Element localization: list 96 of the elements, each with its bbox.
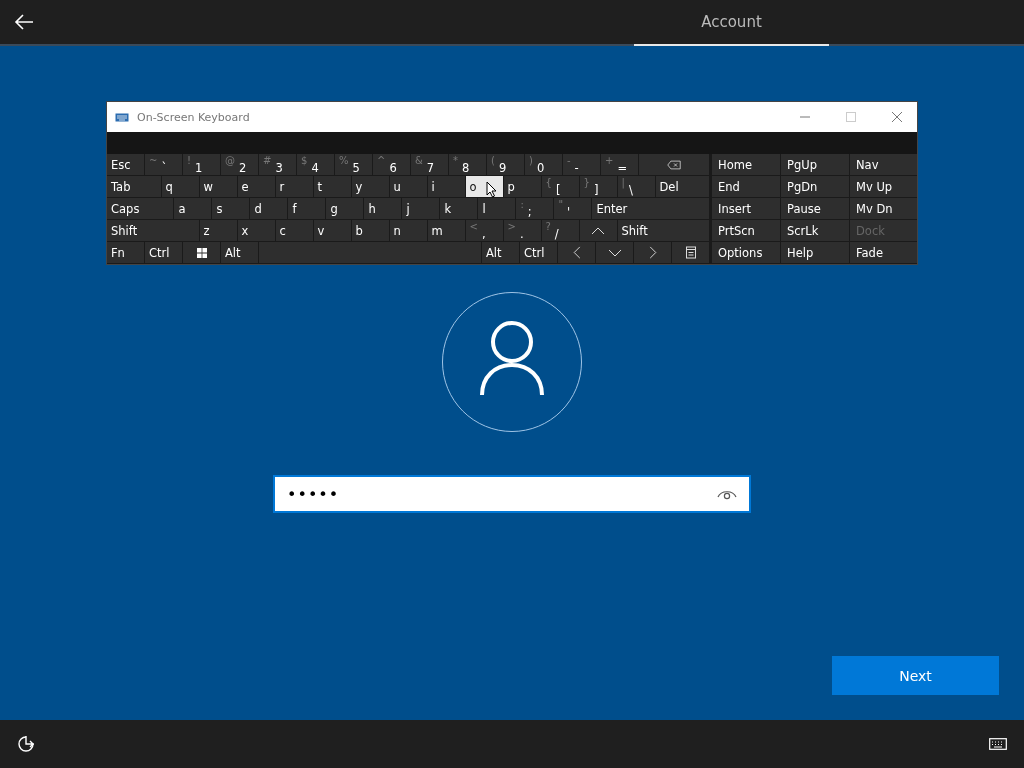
keyboard-key[interactable]: c: [275, 220, 313, 241]
keyboard-key[interactable]: ~ `: [145, 154, 182, 175]
keyboard-key[interactable]: ^ 6: [373, 154, 410, 175]
keyboard-key[interactable]: { [: [541, 176, 579, 197]
keyboard-key[interactable]: h: [364, 198, 402, 219]
keyboard-key[interactable]: Mv Dn: [850, 198, 917, 219]
caret-up-icon: [591, 225, 605, 236]
keyboard-key[interactable]: * 8: [449, 154, 486, 175]
keyboard-key[interactable]: @ 2: [221, 154, 258, 175]
keyboard-key[interactable]: ) 0: [525, 154, 562, 175]
accessibility-icon[interactable]: [17, 735, 35, 753]
keyboard-key[interactable]: b: [351, 220, 389, 241]
keyboard-key[interactable]: Pause: [781, 198, 849, 219]
keyboard-key[interactable]: - -: [563, 154, 600, 175]
keyboard-key[interactable]: # 3: [259, 154, 296, 175]
keyboard-key[interactable]: Help: [781, 242, 849, 263]
keyboard-key[interactable]: p: [503, 176, 541, 197]
menu-icon: [685, 246, 696, 259]
keyboard-key[interactable]: Nav: [850, 154, 917, 175]
backspace-key[interactable]: [639, 154, 709, 175]
close-icon[interactable]: [891, 111, 903, 123]
mouse-cursor-icon: [485, 181, 497, 198]
keyboard-key[interactable]: m: [427, 220, 465, 241]
keyboard-key[interactable]: Mv Up: [850, 176, 917, 197]
keyboard-key[interactable]: ScrLk: [781, 220, 849, 241]
keyboard-key[interactable]: PrtScn: [712, 220, 780, 241]
keyboard-key[interactable]: Ctrl: [145, 242, 182, 263]
window-title: On-Screen Keyboard: [137, 110, 250, 124]
keyboard-key[interactable]: a: [174, 198, 212, 219]
keyboard-key[interactable]: d: [250, 198, 288, 219]
keyboard-key[interactable]: " ': [554, 198, 592, 219]
back-arrow-icon[interactable]: [14, 14, 34, 30]
keyboard-key[interactable]: e: [237, 176, 275, 197]
keyboard-key[interactable]: Options: [712, 242, 780, 263]
maximize-icon: [845, 111, 857, 123]
keyboard-key[interactable]: Esc: [107, 154, 144, 175]
keyboard-key[interactable]: ? /: [541, 220, 579, 241]
keyboard-key[interactable]: y: [351, 176, 389, 197]
keyboard-key[interactable]: | \: [617, 176, 655, 197]
keyboard-key[interactable]: } ]: [579, 176, 617, 197]
keyboard-key[interactable]: Alt: [482, 242, 519, 263]
keyboard-key[interactable]: Fade: [850, 242, 917, 263]
keyboard-key[interactable]: Ctrl: [520, 242, 557, 263]
keyboard-key[interactable]: Fn: [107, 242, 144, 263]
keyboard-key[interactable]: Home: [712, 154, 780, 175]
keyboard-key[interactable]: Shift: [107, 220, 199, 241]
keyboard-key[interactable]: g: [326, 198, 364, 219]
keyboard-key[interactable]: o: [465, 176, 503, 197]
keyboard-key[interactable]: t: [313, 176, 351, 197]
windows-key[interactable]: [183, 242, 220, 263]
keyboard-key[interactable]: Shift: [617, 220, 709, 241]
keyboard-key[interactable]: q: [161, 176, 199, 197]
keyboard-key[interactable]: s: [212, 198, 250, 219]
keyboard-key[interactable]: f: [288, 198, 326, 219]
keyboard-key[interactable]: Tab: [107, 176, 161, 197]
keyboard-icon[interactable]: [989, 738, 1007, 750]
keyboard-key[interactable]: Insert: [712, 198, 780, 219]
keyboard-key[interactable]: Alt: [221, 242, 258, 263]
keyboard-key[interactable]: n: [389, 220, 427, 241]
password-field[interactable]: •••••: [273, 475, 751, 513]
keyboard-key[interactable]: Caps: [107, 198, 174, 219]
keyboard-key[interactable]: ( 9: [487, 154, 524, 175]
keyboard-key[interactable]: i: [427, 176, 465, 197]
keyboard-key[interactable]: < ,: [465, 220, 503, 241]
keyboard-key[interactable]: $ 4: [297, 154, 334, 175]
keyboard-key[interactable]: k: [440, 198, 478, 219]
keyboard-key[interactable]: x: [237, 220, 275, 241]
keyboard-key[interactable]: & 7: [411, 154, 448, 175]
keyboard-key[interactable]: u: [389, 176, 427, 197]
keyboard-key[interactable]: r: [275, 176, 313, 197]
keyboard-key[interactable]: j: [402, 198, 440, 219]
keyboard-key[interactable]: w: [199, 176, 237, 197]
caret-left-icon: [571, 246, 582, 259]
caret-down-icon: [607, 247, 622, 258]
keyboard-key[interactable]: PgUp: [781, 154, 849, 175]
keyboard-key[interactable]: z: [199, 220, 237, 241]
person-icon: [479, 321, 545, 397]
keyboard-key[interactable]: > .: [503, 220, 541, 241]
keyboard-key[interactable]: v: [313, 220, 351, 241]
keyboard-key[interactable]: : ;: [516, 198, 554, 219]
eye-icon[interactable]: [717, 488, 737, 500]
keyboard-key[interactable]: PgDn: [781, 176, 849, 197]
backspace-icon: [667, 159, 681, 170]
keyboard-key[interactable]: ! 1: [183, 154, 220, 175]
keyboard-key[interactable]: + =: [601, 154, 638, 175]
keyboard-key[interactable]: % 5: [335, 154, 372, 175]
keyboard-key[interactable]: Del: [655, 176, 709, 197]
caret-right-icon: [647, 246, 658, 259]
keyboard-icon: [115, 112, 129, 122]
windows-icon: [194, 247, 209, 258]
next-button[interactable]: Next: [832, 656, 999, 695]
account-tab[interactable]: Account: [634, 0, 829, 46]
keyboard-key[interactable]: Enter: [592, 198, 709, 219]
keyboard-key[interactable]: End: [712, 176, 780, 197]
menu-key[interactable]: [672, 242, 709, 263]
keyboard-key[interactable]: l: [478, 198, 516, 219]
